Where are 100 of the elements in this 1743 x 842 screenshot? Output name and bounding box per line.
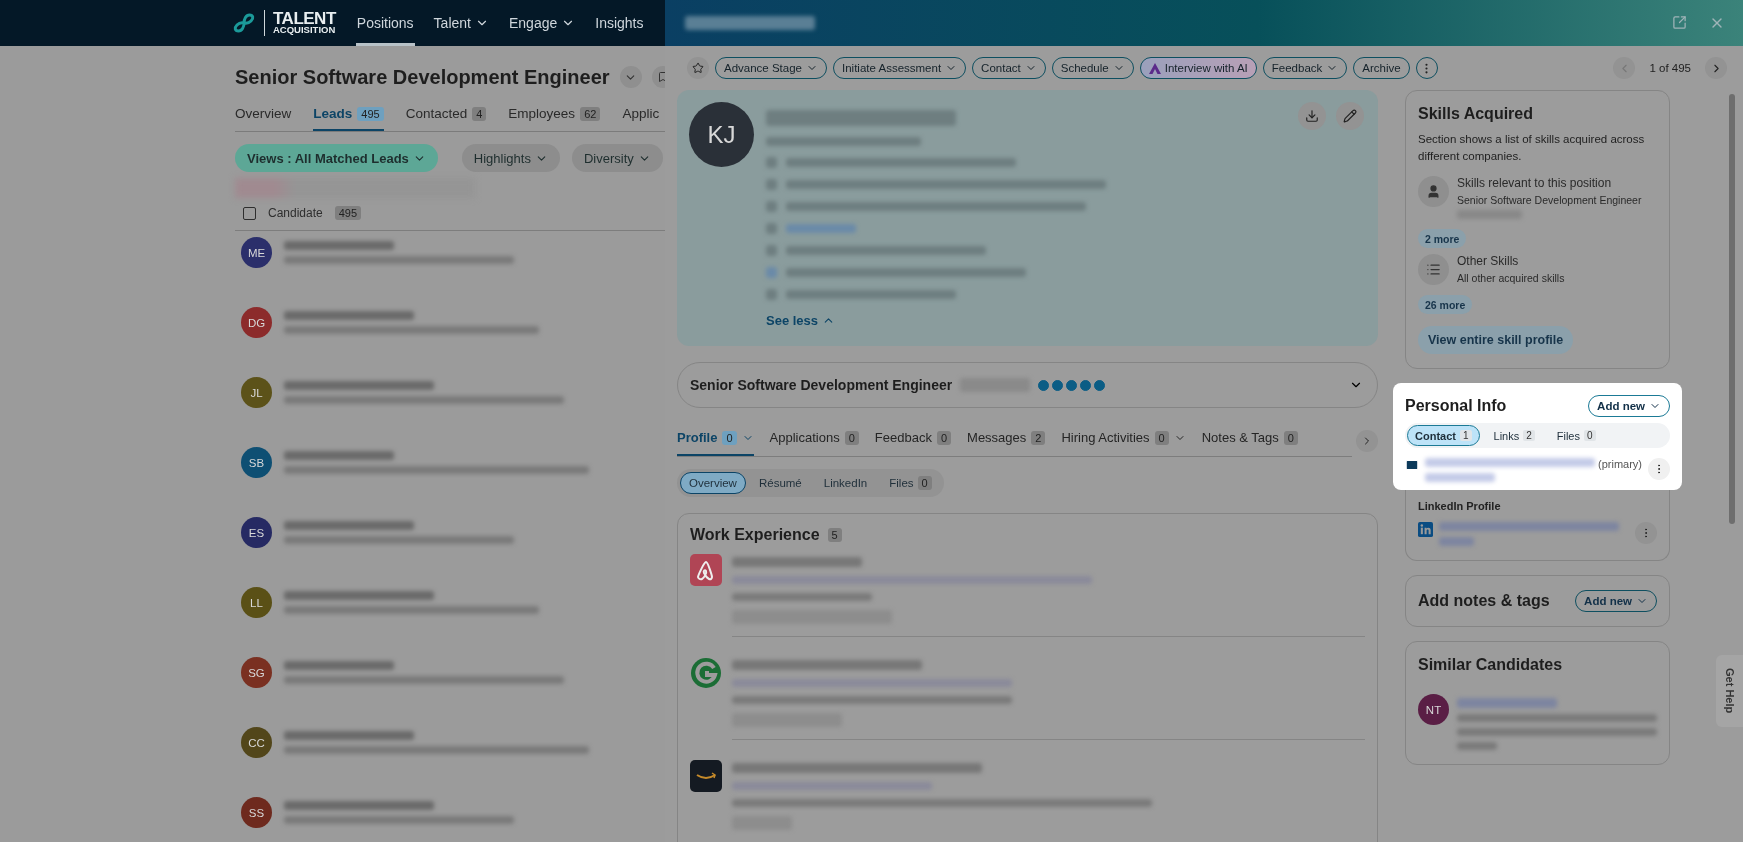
- count-badge: 0: [936, 430, 952, 445]
- view-skill-profile-button[interactable]: View entire skill profile: [1418, 326, 1574, 355]
- see-less-link[interactable]: See less: [766, 313, 1286, 328]
- company-logo: [690, 657, 722, 689]
- download-button[interactable]: [1298, 102, 1326, 130]
- avatar: JL: [241, 377, 272, 408]
- star-icon: [692, 62, 704, 74]
- dropdown-button[interactable]: [619, 66, 642, 88]
- logo-icon: [232, 11, 256, 35]
- filter-dropdown[interactable]: Diversity: [571, 144, 663, 172]
- page-title: Senior Software Development Engineer: [235, 65, 610, 89]
- tab[interactable]: Feedback 0: [874, 424, 952, 456]
- section-title: Personal Info: [1405, 397, 1507, 416]
- checkbox[interactable]: [243, 206, 256, 220]
- count-badge: 1: [1459, 430, 1472, 442]
- tab[interactable]: Messages 2: [967, 424, 1046, 456]
- star-button[interactable]: [687, 57, 709, 79]
- download-icon: [1305, 109, 1319, 123]
- person-icon: [1426, 184, 1441, 200]
- more-chip[interactable]: 26 more: [1418, 295, 1473, 315]
- avatar: SS: [241, 797, 272, 828]
- nav-item[interactable]: Positions: [355, 0, 415, 46]
- nav-item[interactable]: Engage: [507, 0, 577, 46]
- blurred-text: [1425, 473, 1495, 483]
- section-title: Add notes & tags: [1418, 592, 1550, 611]
- count-badge: 62: [580, 106, 601, 121]
- nav-item[interactable]: Talent: [432, 0, 490, 46]
- action-button[interactable]: Interview with AI: [1139, 57, 1257, 79]
- count-badge: 5: [827, 528, 842, 542]
- avatar: SB: [241, 447, 272, 478]
- linkedin-icon: [1418, 522, 1433, 538]
- more-chip[interactable]: 2 more: [1418, 229, 1467, 249]
- brand-subtitle: ACQUISITION: [273, 26, 336, 35]
- tab[interactable]: Files 0: [1548, 425, 1604, 447]
- external-link-icon[interactable]: [1672, 15, 1687, 30]
- avatar: KJ: [689, 102, 754, 167]
- tab[interactable]: Notes & Tags 0: [1201, 424, 1298, 456]
- views-dropdown[interactable]: Views : All Matched Leads: [235, 144, 438, 172]
- count-badge: 2: [1031, 430, 1046, 445]
- primary-tag: (primary): [1598, 458, 1642, 471]
- column-header: Candidate: [268, 206, 323, 220]
- group-title: Other Skills: [1457, 254, 1520, 269]
- blurred-icon: [766, 245, 777, 256]
- blurred-text: [786, 224, 856, 233]
- avatar: CC: [241, 727, 272, 758]
- tab[interactable]: Applic: [622, 100, 660, 131]
- count-badge: 2: [1523, 430, 1535, 442]
- avatar: DG: [241, 307, 272, 338]
- count-badge: 495: [357, 106, 384, 121]
- blurred-text: [1439, 537, 1474, 547]
- avatar: ES: [241, 517, 272, 548]
- get-help-tab[interactable]: Get Help: [1716, 655, 1743, 727]
- company-logo: [690, 760, 722, 792]
- scroll-right-button[interactable]: [1356, 429, 1378, 452]
- subtab[interactable]: Overview: [680, 472, 746, 494]
- subtab[interactable]: LinkedIn: [814, 472, 877, 494]
- blurred-icon: [766, 157, 777, 168]
- tab[interactable]: Hiring Activities 0: [1061, 424, 1186, 456]
- count-badge: 0: [917, 476, 932, 490]
- tab[interactable]: Employees 62: [508, 100, 601, 131]
- tab[interactable]: Overview: [235, 100, 292, 131]
- scrollbar-thumb[interactable]: [1729, 94, 1735, 524]
- tab[interactable]: Profile 0: [677, 424, 754, 456]
- avatar: ME: [241, 237, 272, 268]
- job-title: Senior Software Development Engineer: [690, 377, 953, 393]
- blurred-icon: [766, 201, 777, 212]
- edit-button[interactable]: [1336, 102, 1364, 130]
- count-badge: 0: [722, 430, 737, 445]
- count-badge: 495: [334, 206, 362, 220]
- blurred-text: [1457, 742, 1497, 751]
- blurred-icon: [766, 289, 777, 300]
- section-title: Work Experience: [690, 526, 820, 544]
- brand-name: TALENT: [273, 11, 336, 27]
- section-description: Section shows a list of skills acquired across different companies.: [1418, 132, 1646, 164]
- count-badge: 0: [844, 430, 859, 445]
- list-icon: [1426, 262, 1441, 278]
- subtab[interactable]: Files 0: [880, 472, 941, 494]
- avatar: SG: [241, 657, 272, 688]
- filter-dropdown[interactable]: Highlights: [461, 144, 560, 172]
- field-label: LinkedIn Profile: [1418, 500, 1502, 513]
- section-title: Similar Candidates: [1418, 656, 1564, 675]
- bookmark-icon: [656, 71, 665, 83]
- company-logo: [690, 554, 722, 586]
- tab[interactable]: Contact 1: [1407, 425, 1480, 447]
- tab[interactable]: Applications 0: [769, 424, 859, 456]
- pencil-icon: [1343, 109, 1357, 123]
- blurred-icon: [766, 179, 777, 190]
- nav-item[interactable]: Insights: [594, 0, 645, 46]
- tab[interactable]: Leads 495: [313, 100, 384, 131]
- triangle-icon: [1148, 62, 1161, 74]
- group-title: Skills relevant to this position: [1457, 176, 1613, 191]
- tab[interactable]: Links 2: [1485, 425, 1543, 447]
- group-subtitle: All other acquired skills: [1457, 272, 1565, 285]
- count-badge: 0: [1283, 430, 1298, 445]
- subtab[interactable]: Résumé: [749, 472, 811, 494]
- avatar: NT: [1418, 694, 1449, 726]
- section-title: Skills Acquired: [1418, 105, 1534, 123]
- count-badge: 4: [472, 106, 487, 121]
- next-button[interactable]: [1705, 57, 1727, 79]
- tab[interactable]: Contacted 4: [405, 100, 487, 131]
